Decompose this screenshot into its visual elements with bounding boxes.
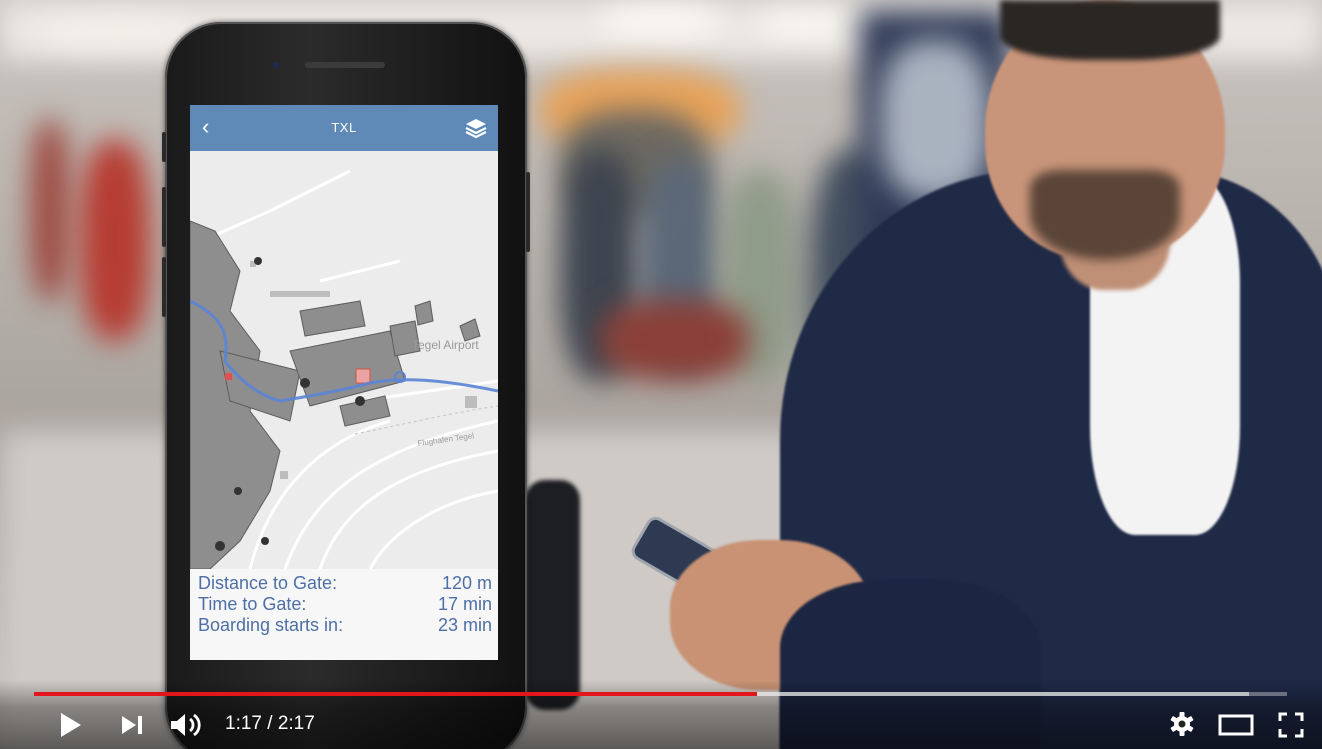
volume-icon[interactable] bbox=[168, 710, 204, 740]
stat-value: 23 min bbox=[437, 615, 492, 635]
map-label-airport: Tegel Airport bbox=[412, 338, 479, 352]
gear-icon[interactable] bbox=[1168, 710, 1196, 738]
stat-label: Boarding starts in: bbox=[198, 615, 344, 635]
stat-row: Time to Gate: 17 min bbox=[198, 594, 492, 615]
play-icon[interactable] bbox=[55, 710, 85, 740]
stat-label: Distance to Gate: bbox=[198, 573, 338, 593]
skip-next-icon[interactable] bbox=[118, 712, 146, 738]
time-display: 1:17 / 2:17 bbox=[225, 713, 315, 734]
stat-value: 120 m bbox=[441, 573, 492, 593]
earpiece-speaker bbox=[305, 62, 385, 68]
phone-screen: ‹ TXL Tegel Airport Flughafen Tegel Dist… bbox=[190, 105, 498, 660]
progress-bar[interactable] bbox=[34, 692, 1287, 696]
indoor-map[interactable]: Tegel Airport Flughafen Tegel bbox=[190, 151, 498, 569]
front-camera bbox=[273, 62, 279, 68]
progress-played bbox=[34, 692, 757, 696]
stat-label: Time to Gate: bbox=[198, 594, 307, 614]
app-bar: ‹ TXL bbox=[190, 105, 498, 151]
theater-mode-icon[interactable] bbox=[1217, 712, 1255, 738]
fullscreen-icon[interactable] bbox=[1276, 710, 1306, 740]
stat-row: Distance to Gate: 120 m bbox=[198, 573, 492, 594]
layers-icon[interactable] bbox=[464, 117, 488, 139]
stat-row: Boarding starts in: 23 min bbox=[198, 615, 492, 636]
stat-value: 17 min bbox=[437, 594, 492, 614]
video-player[interactable]: ‹ TXL Tegel Airport Flughafen Tegel Dist… bbox=[0, 0, 1322, 749]
navigation-stats: Distance to Gate: 120 m Time to Gate: 17… bbox=[190, 569, 498, 660]
phone-mockup: ‹ TXL Tegel Airport Flughafen Tegel Dist… bbox=[162, 22, 530, 749]
app-title: TXL bbox=[331, 120, 357, 135]
